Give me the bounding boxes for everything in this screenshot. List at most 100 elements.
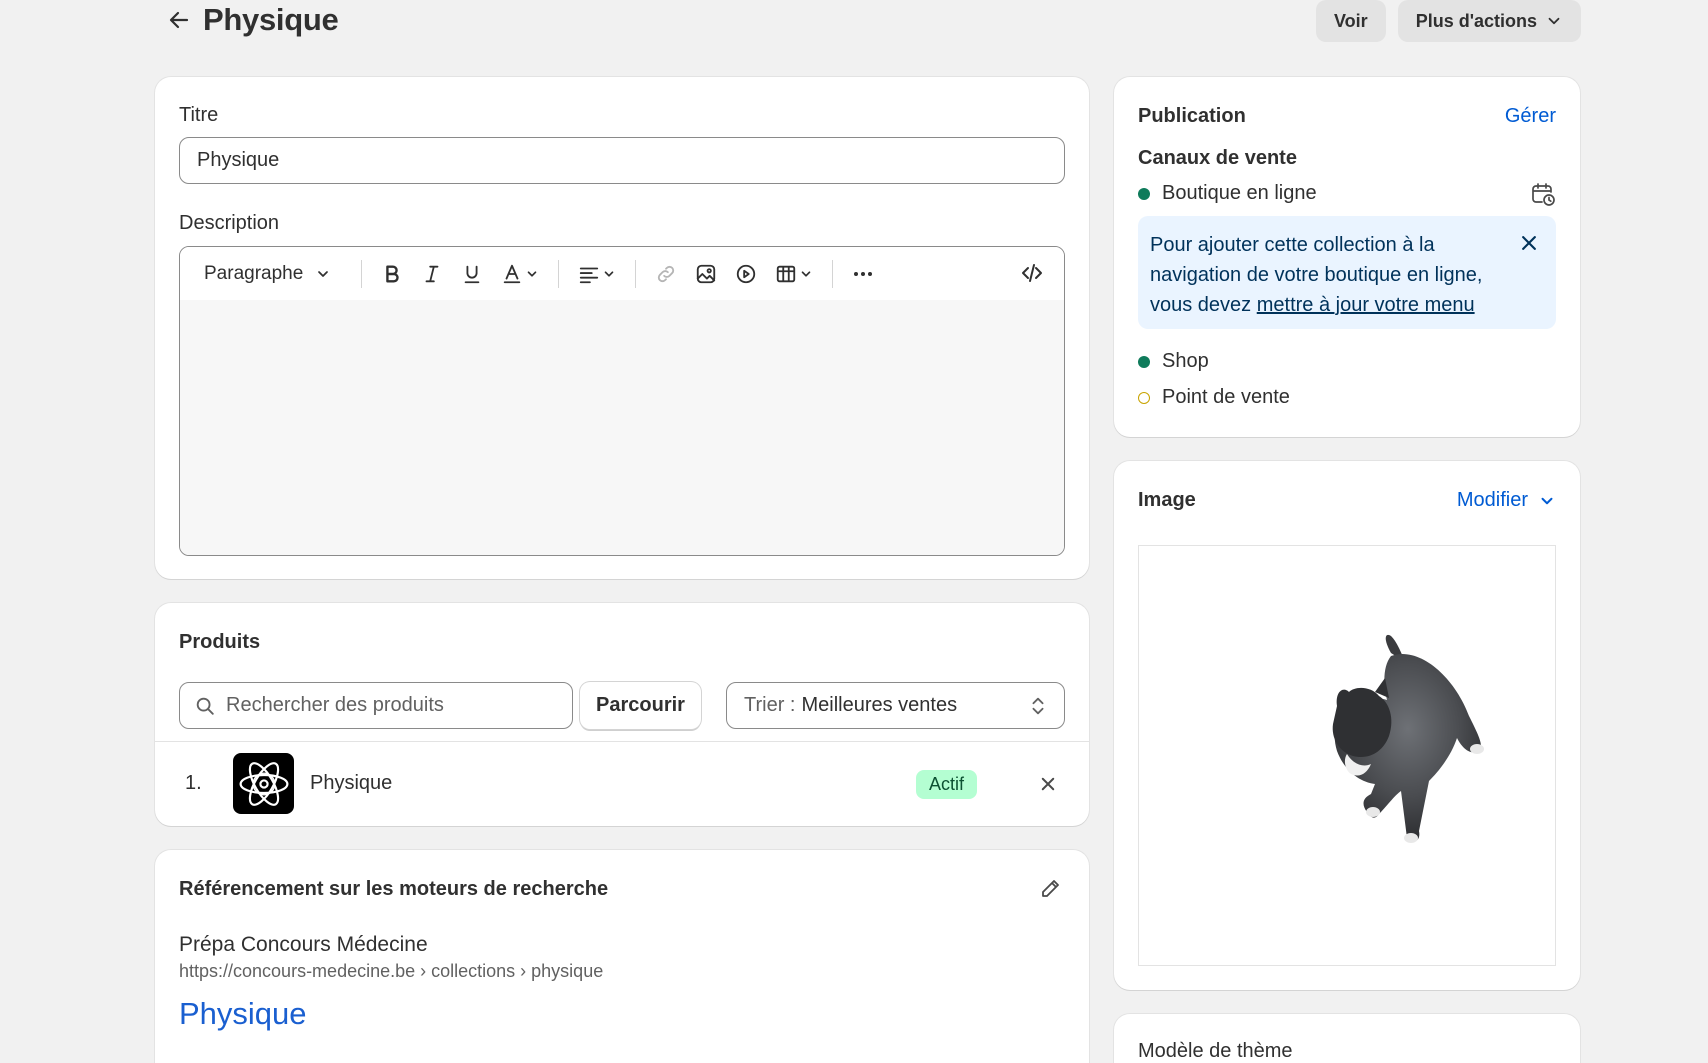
title-label: Titre <box>179 104 219 126</box>
bold-icon <box>386 264 399 283</box>
products-heading: Produits <box>179 631 261 653</box>
channel-status-dot <box>1138 391 1150 404</box>
navigation-info-banner: Pour ajouter cette collection à la navig… <box>1138 216 1556 329</box>
channel-name: Point de vente <box>1162 386 1290 408</box>
edit-seo-button[interactable] <box>1039 876 1063 905</box>
update-menu-link[interactable]: mettre à jour votre menu <box>1257 294 1475 316</box>
seo-page-title: Physique <box>179 996 307 1031</box>
atom-icon <box>239 761 288 806</box>
modify-image-label: Modifier <box>1456 489 1528 511</box>
collection-image[interactable] <box>1138 545 1556 966</box>
calendar-clock-icon <box>1532 183 1555 206</box>
sales-channels-heading: Canaux de vente <box>1138 147 1297 169</box>
channel-point-of-sale: Point de vente <box>1138 386 1290 409</box>
italic-button[interactable] <box>412 256 452 292</box>
status-badge: Actif <box>916 770 978 799</box>
modify-image-dropdown[interactable]: Modifier <box>1457 489 1556 512</box>
seo-heading: Référencement sur les moteurs de recherc… <box>179 878 609 900</box>
sort-value: Meilleures ventes <box>801 694 958 716</box>
bold-button[interactable] <box>372 256 412 292</box>
ellipsis-icon <box>854 271 873 276</box>
play-circle-icon <box>737 264 756 283</box>
manage-channels-link[interactable]: Gérer <box>1505 105 1556 128</box>
toolbar-separator <box>635 259 637 288</box>
image-icon <box>697 264 716 283</box>
more-formatting-button[interactable] <box>843 256 883 292</box>
link-icon <box>658 265 675 282</box>
channel-online-store: Boutique en ligne <box>1138 182 1317 205</box>
pencil-icon <box>1042 880 1059 897</box>
chevron-down-icon <box>527 270 537 277</box>
toolbar-separator <box>558 259 560 288</box>
chevron-down-icon <box>1548 17 1560 25</box>
description-text-area[interactable] <box>180 300 1064 555</box>
product-thumbnail <box>233 753 294 814</box>
toolbar-separator <box>832 259 834 288</box>
chevron-down-icon <box>801 270 811 277</box>
cat-photo <box>1332 634 1484 843</box>
channel-name: Boutique en ligne <box>1162 182 1317 204</box>
sort-select[interactable]: Trier : Meilleures ventes <box>726 682 1065 729</box>
product-name[interactable]: Physique <box>310 772 392 795</box>
theme-template-card: Modèle de thème <box>1114 1014 1580 1063</box>
paragraph-format-label: Paragraphe <box>204 262 304 284</box>
image-card: Image Modifier <box>1114 461 1580 990</box>
arrow-left-icon <box>169 11 189 29</box>
chevron-down-icon <box>1541 497 1553 504</box>
product-row[interactable]: 1. Physique Actif <box>155 741 1089 826</box>
seo-store-name: Prépa Concours Médecine <box>179 933 428 956</box>
title-input[interactable]: Physique <box>179 137 1065 184</box>
chevron-down-icon <box>318 270 329 277</box>
seo-url: https://concours-medecine.be › collectio… <box>179 961 604 981</box>
align-button[interactable] <box>569 256 625 292</box>
close-icon <box>1522 236 1536 250</box>
code-icon <box>1022 264 1042 282</box>
toolbar-separator <box>361 259 363 288</box>
product-search-input[interactable]: Rechercher des produits <box>179 682 573 729</box>
products-card: Produits Rechercher des produits Parcour… <box>155 603 1089 826</box>
sort-prefix: Trier : <box>744 694 796 716</box>
page-title: Physique <box>203 2 339 37</box>
description-label: Description <box>179 212 280 234</box>
publication-card: Publication Gérer Canaux de vente Boutiq… <box>1114 77 1580 437</box>
align-left-icon <box>580 267 599 283</box>
insert-video-button[interactable] <box>726 256 766 292</box>
channel-status-dot <box>1138 187 1150 200</box>
underline-icon <box>464 265 480 283</box>
table-icon <box>777 265 796 282</box>
channel-name: Shop <box>1162 350 1209 372</box>
more-actions-label: Plus d'actions <box>1415 10 1537 31</box>
schedule-publish-button[interactable] <box>1530 181 1556 212</box>
close-icon <box>1041 777 1055 791</box>
link-button[interactable] <box>646 256 686 292</box>
channel-status-dot <box>1138 355 1150 368</box>
more-actions-button[interactable]: Plus d'actions <box>1397 0 1581 42</box>
insert-image-button[interactable] <box>686 256 726 292</box>
text-color-button[interactable] <box>492 256 548 292</box>
theme-template-heading: Modèle de thème <box>1138 1040 1293 1062</box>
title-description-card: Titre Physique Description Paragraphe <box>155 77 1089 579</box>
select-arrows-icon <box>1032 697 1044 715</box>
channel-shop: Shop <box>1138 350 1209 373</box>
dismiss-banner-button[interactable] <box>1516 230 1542 256</box>
product-index: 1. <box>185 772 202 794</box>
insert-table-button[interactable] <box>766 256 822 292</box>
remove-product-button[interactable] <box>1036 772 1060 796</box>
view-button[interactable]: Voir <box>1316 0 1386 42</box>
seo-card: Référencement sur les moteurs de recherc… <box>155 850 1089 1063</box>
search-icon <box>196 697 214 715</box>
editor-toolbar: Paragraphe <box>180 247 1064 300</box>
description-editor: Paragraphe <box>179 246 1065 556</box>
image-heading: Image <box>1138 489 1196 511</box>
italic-icon <box>425 265 439 282</box>
underline-button[interactable] <box>452 256 492 292</box>
chevron-down-icon <box>604 270 614 277</box>
show-html-button[interactable] <box>1012 255 1052 291</box>
text-color-icon <box>504 264 521 283</box>
header-actions: Voir Plus d'actions <box>1316 0 1581 42</box>
browse-products-button[interactable]: Parcourir <box>580 682 701 729</box>
back-button[interactable] <box>163 4 195 36</box>
publication-heading: Publication <box>1138 105 1246 127</box>
paragraph-format-dropdown[interactable]: Paragraphe <box>204 263 331 285</box>
page-header: Physique Voir Plus d'actions <box>155 0 1581 42</box>
